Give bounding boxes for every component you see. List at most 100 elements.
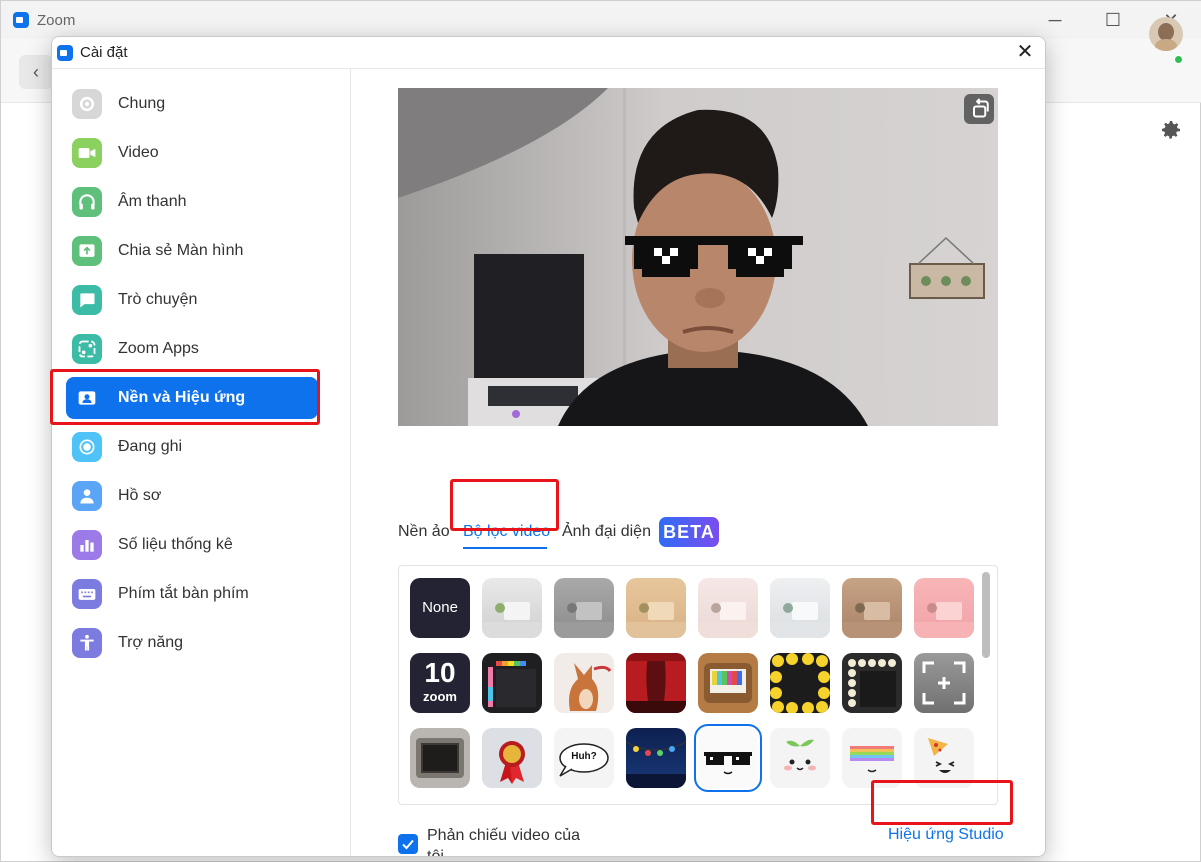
tab-virtual-background[interactable]: Nền ảo — [398, 523, 450, 541]
keyboard-icon — [72, 579, 102, 609]
filter-theater-curtain — [626, 653, 686, 713]
filter-tile[interactable] — [626, 578, 686, 638]
filter-room-preview — [626, 602, 686, 638]
filter-add-custom[interactable] — [914, 653, 974, 713]
sidebar-item-share-screen[interactable]: Chia sẻ Màn hình — [66, 230, 318, 272]
sidebar-item-statistics[interactable]: Số liệu thống kê — [66, 524, 318, 566]
maximize-button[interactable]: ☐ — [1102, 9, 1124, 31]
filter-tile[interactable] — [842, 653, 902, 713]
sidebar-item-label: Đang ghi — [118, 438, 183, 455]
sidebar-item-label: Phím tắt bàn phím — [118, 585, 249, 602]
filter-room-preview — [698, 602, 758, 638]
add-filter-icon — [922, 661, 966, 705]
sidebar-item-label: Trò chuyện — [118, 291, 198, 308]
filter-tile[interactable] — [482, 653, 542, 713]
sidebar-item-label: Âm thanh — [118, 193, 187, 210]
filter-medal-ribbon — [499, 741, 525, 784]
highlight-box — [450, 479, 559, 531]
main-titlebar: Zoom ─ ☐ ✕ — [1, 1, 1201, 39]
filter-grid-scrollbar[interactable] — [982, 572, 990, 658]
dialog-close-button[interactable]: ✕ — [1014, 41, 1036, 63]
sidebar-item-label: Trợ năng — [118, 634, 184, 651]
sidebar-item-label: Chung — [118, 95, 166, 112]
rotate-camera-button[interactable] — [964, 94, 994, 124]
filter-tile[interactable] — [914, 578, 974, 638]
filter-tile[interactable] — [554, 653, 614, 713]
filter-speech-bubble[interactable]: Huh? — [554, 728, 614, 788]
mirror-video-label: Phản chiếu video của tôi — [427, 827, 580, 857]
sidebar-item-recording[interactable]: Đang ghi — [66, 426, 318, 468]
active-tab-underline — [463, 547, 547, 549]
sidebar-item-label: Số liệu thống kê — [118, 536, 233, 553]
zoom-wordmark: zoom — [423, 689, 457, 704]
sidebar-item-label: Chia sẻ Màn hình — [118, 242, 244, 259]
filter-tile[interactable] — [770, 653, 830, 713]
sidebar-item-profile[interactable]: Hồ sơ — [66, 475, 318, 517]
filter-tile[interactable] — [770, 578, 830, 638]
record-icon — [72, 432, 102, 462]
statistics-icon — [72, 530, 102, 560]
sidebar-item-video[interactable]: Video — [66, 132, 318, 174]
filter-pixel-sunglasses[interactable] — [694, 724, 762, 792]
sidebar-item-accessibility[interactable]: Trợ năng — [66, 622, 318, 664]
zoom-logo-icon — [13, 12, 29, 28]
dialog-title: Cài đặt — [80, 44, 128, 61]
filter-room-preview — [482, 602, 542, 638]
share-screen-icon — [72, 236, 102, 266]
pizza-face-icon — [928, 738, 955, 773]
filter-tile[interactable] — [410, 728, 470, 788]
filter-tile[interactable] — [626, 653, 686, 713]
user-avatar[interactable] — [1149, 17, 1183, 51]
zoom-apps-icon — [72, 334, 102, 364]
filter-none[interactable]: None — [410, 578, 470, 638]
filter-room-preview — [770, 602, 830, 638]
rainbow-face-icon — [850, 746, 894, 773]
minimize-button[interactable]: ─ — [1044, 9, 1066, 31]
camera-preview-image — [398, 88, 998, 426]
filter-zoom-10[interactable]: 10 zoom — [410, 653, 470, 713]
sidebar-item-label: Zoom Apps — [118, 340, 199, 357]
studio-effects-link[interactable]: Hiệu ứng Studio — [888, 826, 1004, 844]
filter-tile[interactable] — [626, 728, 686, 788]
pixel-sunglasses-icon — [704, 752, 752, 775]
settings-gear-icon[interactable] — [1159, 118, 1183, 142]
sidebar-item-zoom-apps[interactable]: Zoom Apps — [66, 328, 318, 370]
settings-content: Nền ảo Bộ lọc video Ảnh đại diện BETA No… — [352, 69, 1045, 857]
zoom-10-number: 10 — [424, 657, 456, 688]
gear-icon — [72, 89, 102, 119]
filter-tile[interactable] — [842, 578, 902, 638]
filter-fox-illustration — [569, 663, 612, 711]
filter-retro-tv — [704, 663, 752, 703]
filter-tile[interactable] — [554, 578, 614, 638]
profile-icon — [72, 481, 102, 511]
filter-sprout-face[interactable] — [770, 728, 830, 788]
sidebar-item-audio[interactable]: Âm thanh — [66, 181, 318, 223]
rotate-icon — [973, 98, 989, 118]
sidebar-item-keyboard-shortcuts[interactable]: Phím tắt bàn phím — [66, 573, 318, 615]
filter-room-preview — [842, 602, 902, 638]
settings-sidebar: Chung Video Âm thanh Chia sẻ Màn hình Tr… — [52, 69, 351, 856]
beta-badge: BETA — [659, 517, 719, 547]
chat-icon — [72, 285, 102, 315]
filter-room-preview — [914, 602, 974, 638]
online-status-dot — [1174, 55, 1183, 64]
mirror-video-checkbox[interactable] — [398, 834, 418, 854]
filter-room-preview — [554, 602, 614, 638]
back-button[interactable]: ‹ — [19, 55, 53, 89]
filter-old-tv — [416, 738, 464, 778]
sidebar-item-label: Video — [118, 144, 159, 161]
sidebar-item-chat[interactable]: Trò chuyện — [66, 279, 318, 321]
settings-dialog: Cài đặt ✕ Chung Video Âm thanh Chia sẻ M… — [51, 36, 1046, 857]
filter-rainbow-face[interactable] — [842, 728, 902, 788]
filter-pizza-face[interactable] — [914, 728, 974, 788]
filter-tile[interactable] — [698, 653, 758, 713]
highlight-box — [871, 780, 1013, 825]
filter-tile[interactable] — [482, 578, 542, 638]
filter-tile[interactable] — [482, 728, 542, 788]
accessibility-icon — [72, 628, 102, 658]
sidebar-item-general[interactable]: Chung — [66, 83, 318, 125]
filter-tile[interactable] — [698, 578, 758, 638]
tab-avatars[interactable]: Ảnh đại diện — [562, 523, 651, 541]
speech-bubble-text: Huh? — [571, 751, 597, 762]
checkmark-icon — [402, 839, 414, 850]
